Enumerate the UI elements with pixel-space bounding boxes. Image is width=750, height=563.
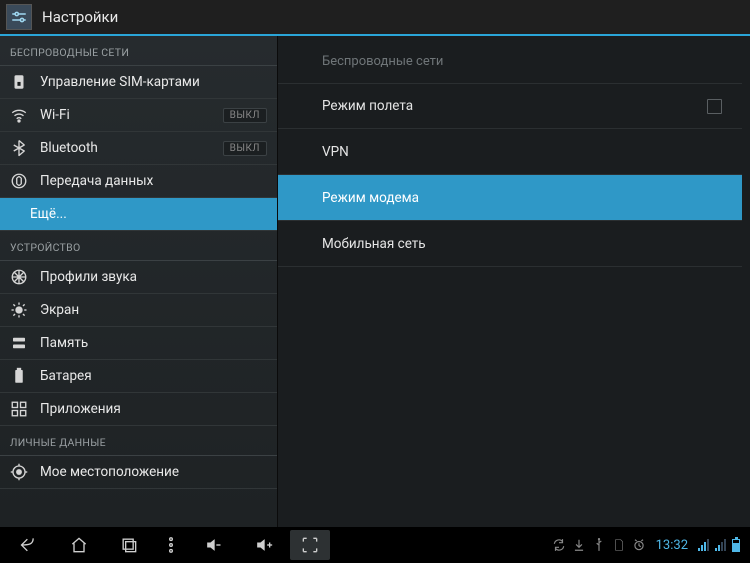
sidebar-section-header: УСТРОЙСТВО [0,231,277,261]
main-list: Режим полета VPN Режим модема Мобильная сет… [278,83,742,267]
sidebar-item-battery[interactable]: Батарея [0,360,277,393]
toggle-bluetooth[interactable]: ВЫКЛ [223,141,267,156]
sim-icon [10,73,28,91]
data-icon [10,172,28,190]
app-title: Настройки [42,8,118,26]
location-icon [10,463,28,481]
main-item-label: VPN [322,144,722,160]
sidebar-item-label: Ещё... [30,206,267,222]
sidebar-item-location[interactable]: Мое местоположение [0,456,277,489]
sidebar-item-sim[interactable]: Управление SIM-картами [0,66,277,99]
sidebar-item-label: Wi-Fi [40,107,223,123]
checkbox-airplane[interactable] [707,99,722,114]
status-clock: 13:32 [656,538,688,553]
sidebar-item-apps[interactable]: Приложения [0,393,277,426]
recent-apps-button[interactable] [106,530,152,560]
sidebar-item-display[interactable]: Экран [0,294,277,327]
sidebar-item-sound[interactable]: Профили звука [0,261,277,294]
wifi-icon [10,106,28,124]
sidebar-item-label: Приложения [40,401,267,417]
sidebar-item-label: Экран [40,302,267,318]
sidebar-item-label: Управление SIM-картами [40,74,267,90]
sidebar-item-datausage[interactable]: Передача данных [0,165,277,198]
home-button[interactable] [56,530,102,560]
sidebar-section-header: ЛИЧНЫЕ ДАННЫЕ [0,426,277,456]
menu-button[interactable] [156,530,186,560]
usb-icon [592,538,606,552]
main-item-label: Режим полета [322,98,707,114]
sidebar-item-storage[interactable]: Память [0,327,277,360]
sidebar-item-label: Память [40,335,267,351]
alarm-icon [632,538,646,552]
sidebar-item-label: Профили звука [40,269,267,285]
sdcard-icon [612,538,626,552]
screenshot-button[interactable] [290,530,330,560]
back-button[interactable] [6,530,52,560]
signal-2-icon [715,539,726,551]
sidebar-item-label: Мое местоположение [40,464,267,480]
apps-icon [10,400,28,418]
sidebar-item-bluetooth[interactable]: BluetoothВЫКЛ [0,132,277,165]
main-item-airplane[interactable]: Режим полета [278,83,742,129]
sidebar-item-label: Батарея [40,368,267,384]
battery-icon [732,539,740,552]
sidebar-item-label: Bluetooth [40,140,223,156]
main-section-header: Беспроводные сети [278,36,742,83]
sound-icon [10,268,28,286]
sidebar-item-more[interactable]: Ещё... [0,198,277,231]
volume-down-button[interactable] [190,530,236,560]
main-item-vpn[interactable]: VPN [278,129,742,175]
settings-main-panel: Беспроводные сети Режим полета VPN Режим м… [278,36,750,527]
download-icon [572,538,586,552]
battery-icon [10,367,28,385]
storage-icon [10,334,28,352]
bluetooth-icon [10,139,28,157]
settings-icon [6,4,32,30]
settings-sidebar: БЕСПРОВОДНЫЕ СЕТИ Управление SIM-картами W… [0,36,278,527]
app-header: Настройки [0,0,750,36]
volume-up-button[interactable] [240,530,286,560]
main-item-tether[interactable]: Режим модема [278,175,742,221]
main-item-label: Режим модема [322,190,722,206]
signal-icon [698,539,709,551]
sidebar-item-label: Передача данных [40,173,267,189]
sidebar-item-wifi[interactable]: Wi-FiВЫКЛ [0,99,277,132]
display-icon [10,301,28,319]
toggle-wifi[interactable]: ВЫКЛ [223,108,267,123]
main-item-mobile[interactable]: Мобильная сеть [278,221,742,267]
sidebar-section-header: БЕСПРОВОДНЫЕ СЕТИ [0,36,277,66]
sync-icon [552,538,566,552]
system-nav-bar: 13:32 [0,527,750,563]
status-tray[interactable]: 13:32 [552,538,744,553]
main-item-label: Мобильная сеть [322,236,722,252]
